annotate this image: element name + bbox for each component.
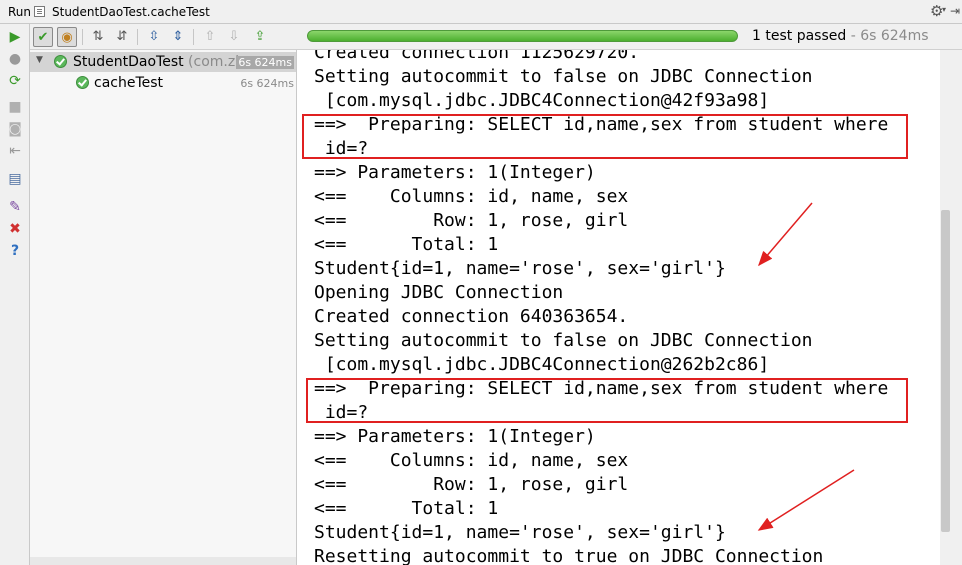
annotation-arrow [758, 202, 813, 267]
sort-duration-icon[interactable]: ⇵ [112, 27, 132, 47]
tree-node-test[interactable]: cacheTest 6s 624ms [30, 73, 296, 93]
toolbar-separator [193, 29, 194, 45]
highlight-box [306, 378, 908, 423]
annotation-arrow [757, 469, 855, 531]
console-line: <== Total: 1 [314, 498, 499, 519]
console-line: <== Row: 1, rose, girl [314, 474, 629, 495]
screenshot-icon[interactable]: ◙ [5, 120, 25, 138]
console-line: Created connection 640363654. [314, 306, 629, 327]
help-icon[interactable]: ? [5, 242, 25, 260]
console-line: <== Columns: id, name, sex [314, 186, 629, 207]
console-line: <== Row: 1, rose, girl [314, 210, 629, 231]
toolbar-separator [82, 29, 83, 45]
show-ignored-icon[interactable]: ◉ [57, 27, 77, 47]
stop-icon[interactable]: ■ [5, 98, 25, 116]
status-separator: - [846, 28, 861, 44]
console-line: ==> Parameters: 1(Integer) [314, 426, 596, 447]
test-results-tree: ▼ StudentDaoTest (com.zh 6s 624ms cacheT… [30, 50, 297, 565]
left-action-toolbar: ▶ ● ⟳ ■ ◙ ⇤ ▤ ✎ ✖ ? [0, 24, 30, 565]
hide-icon[interactable]: ⇥ [950, 4, 960, 18]
right-gutter [952, 50, 962, 565]
run-tab-title[interactable]: StudentDaoTest.cacheTest [52, 5, 210, 19]
toolbar-separator [137, 29, 138, 45]
test-passed-icon [76, 76, 89, 89]
tree-node-suite[interactable]: ▼ StudentDaoTest (com.zh 6s 624ms [30, 52, 296, 72]
previous-test-icon[interactable]: ⇧ [200, 27, 220, 47]
console-line: Setting autocommit to false on JDBC Conn… [314, 330, 813, 351]
highlight-box [302, 114, 908, 159]
show-passed-icon[interactable]: ✔ [33, 27, 53, 47]
run-icon[interactable]: ▶ [5, 28, 25, 46]
rerun-failed-icon[interactable]: ⟳ [5, 72, 25, 90]
suite-time: 6s 624ms [236, 56, 294, 69]
next-test-icon[interactable]: ⇩ [224, 27, 244, 47]
test-result-text: 1 test passed [752, 28, 847, 44]
test-status-text: 1 test passed - 6s 624ms [752, 28, 929, 44]
collapse-all-icon[interactable]: ⇕ [168, 27, 188, 47]
console-vertical-scrollbar[interactable] [940, 50, 952, 565]
console-output[interactable]: Created connection 1125629720. Setting au… [298, 50, 940, 565]
test-time: 6s 624ms [240, 77, 294, 90]
console-line: ==> Parameters: 1(Integer) [314, 162, 596, 183]
console-line: <== Total: 1 [314, 234, 499, 255]
tree-horizontal-scrollbar[interactable] [30, 557, 296, 565]
chevron-down-icon[interactable]: ▼ [36, 55, 43, 65]
test-name: cacheTest [94, 75, 164, 91]
console-line: Resetting autocommit to true on JDBC Con… [314, 546, 824, 565]
console-line: [com.mysql.jdbc.JDBC4Connection@262b2c86… [314, 354, 770, 375]
console-line: Student{id=1, name='rose', sex='girl'} [314, 258, 726, 279]
test-progress-bar [307, 30, 738, 42]
test-duration-text: 6s 624ms [860, 28, 929, 44]
scrollbar-thumb[interactable] [941, 210, 950, 532]
tool-window-titlebar: Run StudentDaoTest.cacheTest ⚙ ▾ ⇥ [0, 0, 962, 24]
run-config-icon [34, 6, 45, 17]
suite-package: (com.zh [183, 54, 245, 70]
console-line: Student{id=1, name='rose', sex='girl'} [314, 522, 726, 543]
sort-alpha-icon[interactable]: ⇅ [88, 27, 108, 47]
export-icon[interactable]: ⇪ [250, 27, 270, 47]
console-line: Created connection 1125629720. [314, 50, 640, 63]
console-line: Opening JDBC Connection [314, 282, 564, 303]
console-line: Setting autocommit to false on JDBC Conn… [314, 66, 813, 87]
test-passed-icon [54, 55, 67, 68]
debug-icon[interactable]: ● [5, 50, 25, 68]
close-icon[interactable]: ✖ [5, 220, 25, 238]
console-line: [com.mysql.jdbc.JDBC4Connection@42f93a98… [314, 90, 770, 111]
layout-icon[interactable]: ▤ [5, 170, 25, 188]
console-line: <== Columns: id, name, sex [314, 450, 629, 471]
run-tool-window-label: Run [8, 5, 32, 19]
expand-all-icon[interactable]: ⇳ [144, 27, 164, 47]
pin-icon[interactable]: ✎ [5, 198, 25, 216]
exit-icon[interactable]: ⇤ [5, 142, 25, 160]
suite-name: StudentDaoTest [73, 54, 184, 70]
chevron-down-icon[interactable]: ▾ [942, 5, 946, 14]
